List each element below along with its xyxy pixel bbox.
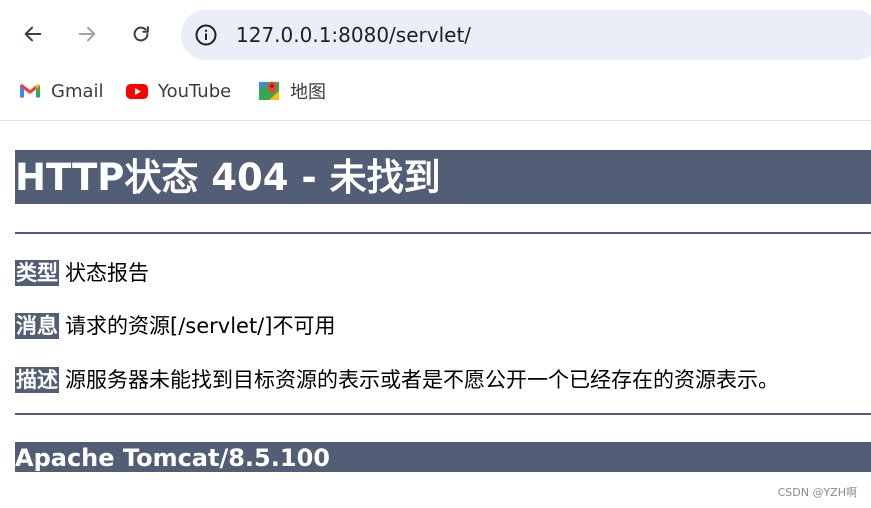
arrow-left-icon (24, 26, 42, 42)
field-label-description: 描述 (15, 367, 59, 393)
forward-button[interactable] (67, 14, 107, 54)
field-label-message: 消息 (15, 313, 59, 339)
browser-chrome: 127.0.0.1:8080/servlet/ Gmail YouTube 地图 (0, 0, 871, 121)
bookmarks-bar: Gmail YouTube 地图 (0, 74, 871, 108)
page-title: HTTP状态 404 - 未找到 (15, 150, 871, 204)
arrow-right-icon (78, 26, 96, 42)
chrome-divider (0, 120, 871, 121)
field-row-type: 类型 状态报告 (15, 258, 149, 288)
address-bar[interactable]: 127.0.0.1:8080/servlet/ (181, 10, 871, 60)
bookmark-maps[interactable]: 地图 (256, 74, 326, 108)
reload-button[interactable] (121, 14, 161, 54)
field-value-message: 请求的资源[/servlet/]不可用 (65, 314, 336, 338)
divider-bottom (15, 413, 871, 416)
url-text[interactable]: 127.0.0.1:8080/servlet/ (236, 22, 471, 48)
field-row-description: 描述 源服务器未能找到目标资源的表示或者是不愿公开一个已经存在的资源表示。 (15, 365, 779, 395)
info-icon (195, 24, 217, 46)
server-info: Apache Tomcat/8.5.100 (15, 442, 871, 472)
field-row-message: 消息 请求的资源[/servlet/]不可用 (15, 311, 335, 341)
divider-top (15, 232, 871, 235)
maps-icon (256, 78, 282, 104)
gmail-icon (17, 78, 43, 104)
field-value-description: 源服务器未能找到目标资源的表示或者是不愿公开一个已经存在的资源表示。 (65, 368, 779, 392)
watermark: CSDN @YZH啊 (777, 486, 857, 499)
reload-icon (133, 26, 149, 42)
bookmark-youtube[interactable]: YouTube (124, 74, 231, 108)
bookmark-label: 地图 (290, 82, 326, 103)
field-value-type: 状态报告 (65, 261, 149, 285)
bookmark-gmail[interactable]: Gmail (17, 74, 104, 108)
field-label-type: 类型 (15, 260, 59, 286)
site-info-button[interactable] (193, 22, 219, 48)
back-button[interactable] (13, 14, 53, 54)
youtube-icon (124, 78, 150, 104)
bookmark-label: YouTube (158, 80, 232, 102)
bookmark-label: Gmail (51, 80, 104, 102)
